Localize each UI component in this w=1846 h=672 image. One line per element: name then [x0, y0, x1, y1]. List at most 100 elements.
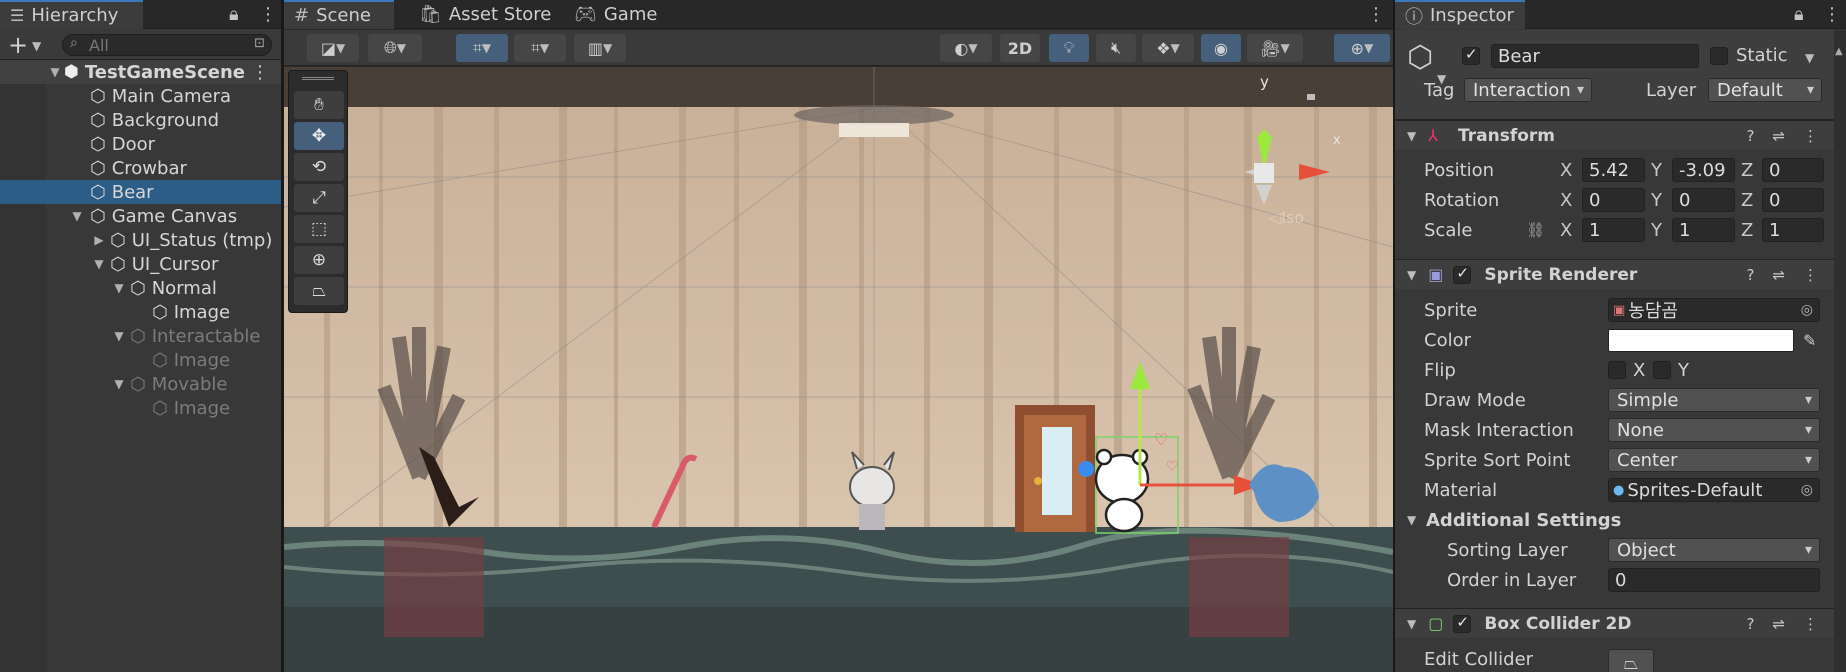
color-swatch[interactable]	[1608, 328, 1794, 352]
rotate-tool-button[interactable]: ⟲	[294, 153, 344, 181]
audio-toggle-button[interactable]: 🔇︎	[1096, 34, 1136, 62]
tab-scene[interactable]: # Scene	[284, 0, 394, 29]
transform-header[interactable]: ▼ ⅄ Transform ? ⇌ ⋮	[1395, 120, 1834, 150]
component-menu-icon[interactable]: ⋮	[1803, 266, 1818, 284]
rotation-z-field[interactable]: 0	[1762, 188, 1824, 212]
box-collider-header[interactable]: ▼ ▢ Box Collider 2D ? ⇌ ⋮	[1395, 608, 1834, 638]
layer-dropdown[interactable]: Default	[1708, 78, 1822, 102]
hierarchy-item-ui-status[interactable]: ▶ ⬡ UI_Status (tmp)	[0, 228, 281, 252]
flip-y-checkbox[interactable]	[1653, 361, 1671, 379]
more-menu-icon[interactable]: ⋮	[1367, 4, 1386, 25]
hierarchy-item-interactable[interactable]: ▼ ⬡ Interactable	[0, 324, 281, 348]
preset-icon[interactable]: ⇌	[1772, 615, 1785, 633]
gizmo-view-label[interactable]: ◁Iso	[1269, 208, 1304, 227]
hand-tool-button[interactable]: ✋︎	[294, 91, 344, 119]
help-icon[interactable]: ?	[1746, 615, 1754, 633]
expand-arrow-icon[interactable]: ▼	[110, 329, 128, 343]
flip-x-checkbox[interactable]	[1608, 361, 1626, 379]
hierarchy-item-background[interactable]: ⬡ Background	[0, 108, 281, 132]
help-icon[interactable]: ?	[1746, 266, 1754, 284]
search-input[interactable]: ⌕ All ⊡	[62, 34, 272, 56]
draw-mode-dropdown[interactable]: Simple	[1608, 388, 1820, 412]
hierarchy-item-normal[interactable]: ▼ ⬡ Normal	[0, 276, 281, 300]
component-menu-icon[interactable]: ⋮	[1803, 615, 1818, 633]
expand-arrow-icon[interactable]: ▼	[46, 65, 64, 79]
hierarchy-item-game-canvas[interactable]: ▼ ⬡ Game Canvas	[0, 204, 281, 228]
hierarchy-item-image[interactable]: ⬡ Image	[0, 348, 281, 372]
box-collider-enabled-checkbox[interactable]	[1453, 613, 1472, 633]
object-name-field[interactable]: Bear	[1491, 44, 1699, 68]
help-icon[interactable]: ?	[1746, 127, 1754, 145]
camera-mode-button[interactable]: ◐ ▼	[940, 34, 992, 62]
preset-icon[interactable]: ⇌	[1772, 127, 1785, 145]
material-field[interactable]: ● Sprites-Default ◎	[1608, 478, 1820, 502]
more-menu-icon[interactable]: ⋮	[259, 4, 278, 25]
object-picker-icon[interactable]: ◎	[1801, 302, 1813, 318]
hierarchy-item-crowbar[interactable]: ⬡ Crowbar	[0, 156, 281, 180]
scene-viewport[interactable]: ♡ ♡ y x ◁Iso ✋︎ ✥ ⟲ ⤢ ⬚ ⊕ ⏢	[284, 67, 1393, 672]
active-checkbox[interactable]	[1462, 45, 1480, 65]
chevron-down-icon[interactable]: ▼	[32, 39, 41, 53]
sprite-field[interactable]: ▣ 농담곰 ◎	[1608, 298, 1820, 322]
scale-x-field[interactable]: 1	[1582, 218, 1645, 242]
hierarchy-item-movable[interactable]: ▼ ⬡ Movable	[0, 372, 281, 396]
scene-visibility-button[interactable]: ◉	[1201, 34, 1241, 62]
hierarchy-item-bear[interactable]: ⬡ Bear	[0, 180, 281, 204]
preset-icon[interactable]: ⇌	[1772, 266, 1785, 284]
scale-y-field[interactable]: 1	[1672, 218, 1735, 242]
effects-toggle-button[interactable]: ❖ ▼	[1142, 34, 1194, 62]
hierarchy-item-image[interactable]: ⬡ Image	[0, 396, 281, 420]
rotation-x-field[interactable]: 0	[1582, 188, 1645, 212]
constrain-proportions-icon[interactable]: ⛓︎	[1526, 221, 1545, 239]
hierarchy-item-main-camera[interactable]: ⬡ Main Camera	[0, 84, 281, 108]
additional-settings-row[interactable]: ▼ Additional Settings	[1395, 506, 1846, 534]
increment-snap-button[interactable]: ⌗ ▼	[514, 34, 566, 62]
expand-arrow-icon[interactable]: ▼	[110, 377, 128, 391]
tab-hierarchy[interactable]: ☰ Hierarchy	[0, 0, 143, 29]
hierarchy-item-door[interactable]: ⬡ Door	[0, 132, 281, 156]
tab-asset-store[interactable]: 🛍︎ Asset Store	[409, 0, 561, 29]
render-mode-button[interactable]: 🌐︎ ▼	[368, 34, 422, 62]
custom-tool-button[interactable]: ⏢	[294, 277, 344, 305]
scene-menu-icon[interactable]: ⋮	[251, 62, 269, 83]
expand-arrow-icon[interactable]: ▼	[68, 209, 86, 223]
scale-z-field[interactable]: 1	[1762, 218, 1824, 242]
rotation-y-field[interactable]: 0	[1672, 188, 1735, 212]
expand-arrow-icon[interactable]: ▼	[90, 257, 108, 271]
draw-mode-button[interactable]: ◪ ▼	[307, 34, 359, 62]
component-menu-icon[interactable]: ⋮	[1803, 127, 1818, 145]
grid-snap-button[interactable]: ⌗ ▼	[456, 34, 508, 62]
sprite-renderer-header[interactable]: ▼ ▣ Sprite Renderer ? ⇌ ⋮	[1395, 259, 1834, 289]
sprite-sort-point-dropdown[interactable]: Center	[1608, 448, 1820, 472]
static-dropdown-icon[interactable]: ▼	[1805, 51, 1814, 65]
static-checkbox[interactable]	[1710, 47, 1728, 65]
rect-tool-button[interactable]: ⬚	[294, 215, 344, 243]
more-menu-icon[interactable]: ⋮	[1823, 4, 1842, 25]
lock-icon[interactable]: 🔒︎	[1794, 4, 1805, 25]
add-button[interactable]: +	[8, 31, 28, 59]
scene-camera-button[interactable]: 🎥︎ ▼	[1247, 34, 1303, 62]
sorting-layer-dropdown[interactable]: Object	[1608, 538, 1820, 562]
order-in-layer-field[interactable]: 0	[1608, 568, 1820, 592]
drag-handle[interactable]	[302, 77, 334, 80]
move-tool-button[interactable]: ✥	[294, 122, 344, 150]
position-z-field[interactable]: 0	[1762, 158, 1824, 182]
lighting-toggle-button[interactable]: 💡︎	[1049, 34, 1089, 62]
lock-icon[interactable]: 🔒︎	[229, 4, 240, 25]
tag-dropdown[interactable]: Interaction	[1464, 78, 1592, 102]
position-y-field[interactable]: -3.09	[1672, 158, 1735, 182]
sprite-renderer-enabled-checkbox[interactable]	[1453, 264, 1472, 284]
object-picker-icon[interactable]: ◎	[1801, 482, 1813, 498]
hierarchy-item-ui-cursor[interactable]: ▼ ⬡ UI_Cursor	[0, 252, 281, 276]
toggle-2d-button[interactable]: 2D	[1000, 34, 1040, 62]
gizmos-button[interactable]: ⊕ ▼	[1334, 34, 1390, 62]
scale-tool-button[interactable]: ⤢	[294, 184, 344, 212]
eyedropper-icon[interactable]: ✎	[1803, 331, 1816, 350]
expand-arrow-icon[interactable]: ▼	[110, 281, 128, 295]
grid-visibility-button[interactable]: ▥ ▼	[574, 34, 626, 62]
expand-arrow-icon[interactable]: ▼	[1407, 129, 1416, 143]
expand-arrow-icon[interactable]: ▼	[1407, 268, 1416, 282]
edit-collider-button[interactable]: ⏢	[1608, 649, 1654, 672]
expand-arrow-icon[interactable]: ▼	[1407, 513, 1416, 527]
search-options-icon[interactable]: ⊡	[254, 36, 265, 51]
